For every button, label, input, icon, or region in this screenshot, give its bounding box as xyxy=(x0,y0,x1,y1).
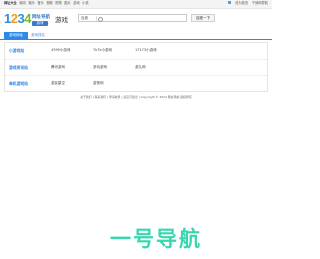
set-homepage-link[interactable]: 设为首页 xyxy=(235,1,248,5)
top-links: 网址大全 新闻 娱乐 音乐 视频 购物 图片 游戏 小说 xyxy=(4,1,90,6)
logo-digit: 4 xyxy=(24,11,31,26)
footer-links[interactable]: 关于我们 | 联系我们 | 申请收录 | 意见与建议 | Copyright ©… xyxy=(0,95,272,99)
top-link[interactable]: 网址大全 xyxy=(4,1,17,5)
category-row: 游戏资讯站 腾讯游戏 多玩游戏 游久网 xyxy=(5,59,267,76)
top-link[interactable]: 购物 xyxy=(55,1,61,5)
top-link[interactable]: 新闻 xyxy=(19,1,25,5)
site-link[interactable]: 游久网 xyxy=(135,65,146,70)
category-row: 单机游戏站 游民星空 游侠网 xyxy=(5,75,267,92)
site-logo[interactable]: 1234 网址导航 游戏 xyxy=(4,12,50,27)
top-bar: 网址大全 新闻 娱乐 音乐 视频 购物 图片 游戏 小说 设为首页 千娇网导航 xyxy=(0,0,272,9)
logo-subtitle: 网址导航 xyxy=(32,15,50,20)
site-link[interactable]: 腾讯游戏 xyxy=(51,65,65,70)
site-name-link[interactable]: 千娇网导航 xyxy=(252,1,268,5)
brand-watermark: 一号导航 xyxy=(0,225,272,253)
links-panel: 小游戏站 4399小游戏 7k7k小游戏 17173小游戏 游戏资讯站 腾讯游戏… xyxy=(4,42,268,92)
category-label[interactable]: 游戏资讯站 xyxy=(9,65,28,70)
logo-digits: 1234 xyxy=(4,12,31,26)
home-icon xyxy=(228,1,232,5)
channel-title: 游戏 xyxy=(55,16,68,24)
category-row: 小游戏站 4399小游戏 7k7k小游戏 17173小游戏 xyxy=(5,43,267,59)
top-right-links: 设为首页 千娇网导航 xyxy=(225,1,268,6)
site-link[interactable]: 游民星空 xyxy=(51,81,65,86)
search-button[interactable]: 百度一下 xyxy=(191,14,215,22)
site-link[interactable]: 4399小游戏 xyxy=(51,48,70,53)
search-icon xyxy=(98,16,103,22)
top-link[interactable]: 娱乐 xyxy=(28,1,34,5)
tab-game-ranking[interactable]: 游戏排名 xyxy=(31,32,45,39)
top-link[interactable]: 小说 xyxy=(82,1,88,5)
search-box[interactable]: 百度 xyxy=(78,14,187,22)
search-divider xyxy=(96,16,97,21)
logo-badge: 游戏 xyxy=(32,21,48,26)
top-link[interactable]: 游戏 xyxy=(73,1,79,5)
brand-text: 一号导航 xyxy=(110,227,202,251)
site-link[interactable]: 17173小游戏 xyxy=(135,48,157,53)
site-link[interactable]: 7k7k小游戏 xyxy=(93,48,112,53)
category-label[interactable]: 单机游戏站 xyxy=(9,81,28,86)
site-link[interactable]: 多玩游戏 xyxy=(93,65,107,70)
category-label[interactable]: 小游戏站 xyxy=(9,48,24,53)
site-link[interactable]: 游侠网 xyxy=(93,81,104,86)
logo-digit: 1 xyxy=(4,11,11,26)
top-link[interactable]: 视频 xyxy=(46,1,52,5)
top-link[interactable]: 音乐 xyxy=(37,1,43,5)
top-link[interactable]: 图片 xyxy=(64,1,70,5)
category-tabs: 游戏网址 游戏排名 xyxy=(0,32,272,40)
search-engine-select[interactable]: 百度 xyxy=(81,16,88,21)
tab-game-sites[interactable]: 游戏网址 xyxy=(4,32,28,39)
